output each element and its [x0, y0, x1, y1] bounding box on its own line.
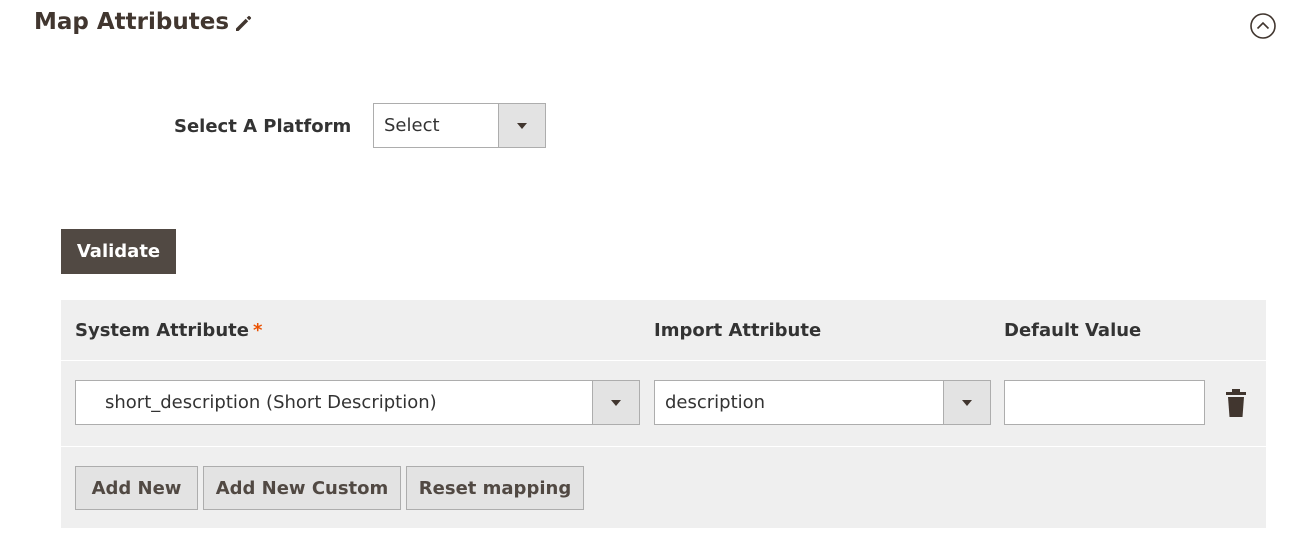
row-divider	[61, 360, 1266, 361]
trash-icon[interactable]	[1224, 388, 1248, 418]
default-value-input[interactable]	[1004, 380, 1205, 425]
row-divider	[61, 446, 1266, 447]
caret-down-icon	[611, 399, 621, 406]
platform-label: Select A Platform	[174, 116, 352, 137]
reset-mapping-button[interactable]: Reset mapping	[406, 466, 584, 510]
validate-button[interactable]: Validate	[61, 229, 176, 274]
chevron-up-circle-icon[interactable]	[1249, 12, 1277, 40]
platform-select-toggle[interactable]	[498, 104, 545, 147]
header-system-attribute-label: System Attribute	[75, 320, 249, 341]
platform-select-value: Select	[384, 115, 440, 136]
section-title: Map Attributes	[34, 9, 230, 35]
caret-down-icon	[962, 399, 972, 406]
map-attributes-page: Map Attributes Select A Platform Select …	[0, 0, 1310, 540]
required-marker: *	[252, 320, 263, 341]
system-attribute-select[interactable]: short_description (Short Description)	[75, 380, 640, 425]
system-attribute-toggle[interactable]	[592, 381, 639, 424]
platform-select[interactable]: Select	[373, 103, 546, 148]
caret-down-icon	[517, 122, 527, 129]
import-attribute-select[interactable]: description	[654, 380, 991, 425]
import-attribute-value: description	[665, 392, 766, 413]
system-attribute-value: short_description (Short Description)	[105, 392, 437, 413]
header-import-attribute: Import Attribute	[654, 320, 822, 341]
attribute-mapping-table: System Attribute * Import Attribute Defau…	[61, 300, 1266, 528]
add-new-custom-button[interactable]: Add New Custom	[203, 466, 401, 510]
header-system-attribute: System Attribute *	[75, 317, 262, 345]
header-default-value: Default Value	[1004, 320, 1142, 341]
import-attribute-toggle[interactable]	[943, 381, 990, 424]
pencil-icon[interactable]	[232, 11, 256, 35]
add-new-button[interactable]: Add New	[75, 466, 198, 510]
